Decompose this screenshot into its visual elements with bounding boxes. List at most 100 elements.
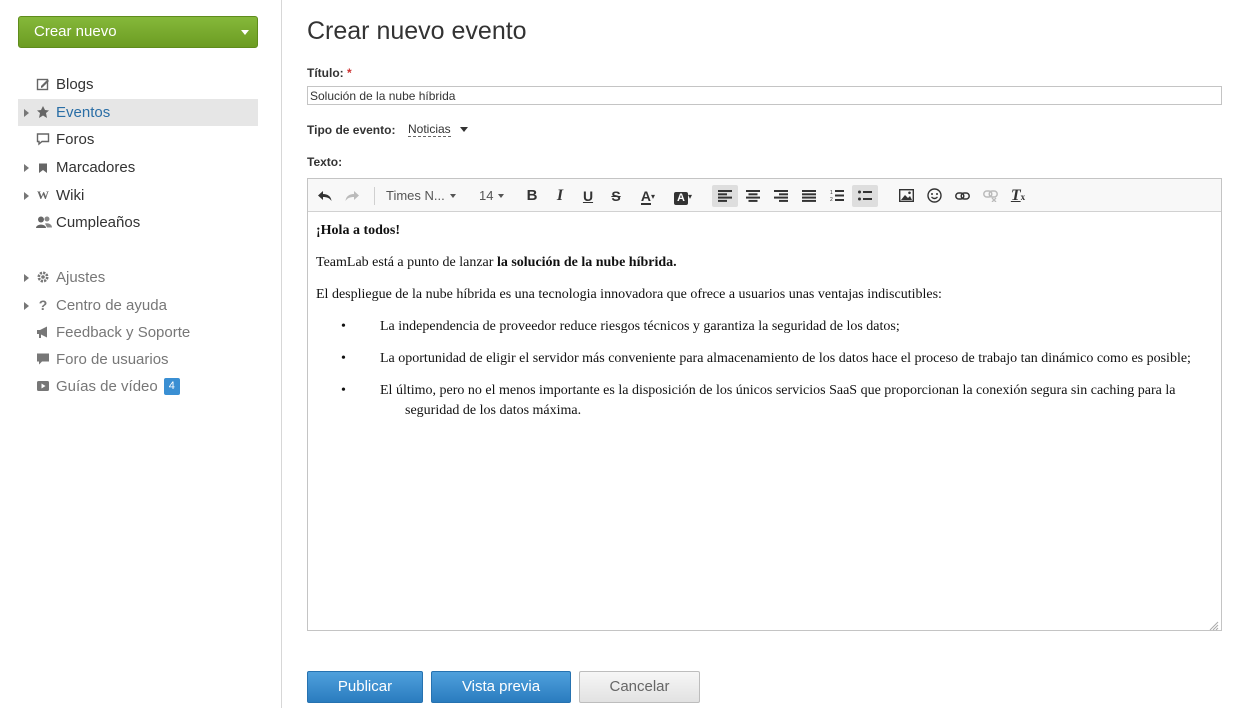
bulleted-list-icon[interactable]: [852, 185, 878, 207]
font-family-value: Times N...: [386, 188, 445, 203]
sidebar-item-label: Eventos: [56, 104, 111, 121]
gear-icon: [36, 270, 50, 284]
intro-bold-text: la solución de la nube híbrida.: [496, 255, 677, 270]
title-input[interactable]: [307, 86, 1222, 105]
resize-handle-icon[interactable]: [1209, 618, 1219, 631]
italic-icon[interactable]: I: [552, 185, 568, 207]
smiley-icon[interactable]: [925, 185, 943, 207]
bullet-mark: •: [341, 351, 346, 366]
sidebar-item-foro-de-usuarios[interactable]: Foro de usuarios: [18, 346, 258, 373]
required-mark: *: [347, 66, 352, 80]
expand-arrow-icon[interactable]: [24, 164, 29, 172]
chevron-down-icon: [498, 194, 505, 198]
sidebar-item-label: Feedback y Soporte: [56, 324, 191, 341]
title-label-text: Título:: [307, 66, 344, 80]
rich-text-editor[interactable]: Times N... 14 B I U S A▾ A ▾ 12 Tx ¡Hola…: [307, 178, 1222, 631]
expand-arrow-icon[interactable]: [24, 192, 29, 200]
page-title: Crear nuevo evento: [307, 17, 527, 45]
background-color-icon[interactable]: A ▾: [670, 185, 696, 207]
sidebar-item-wiki[interactable]: W Wiki: [18, 182, 258, 209]
pin-icon: [36, 105, 50, 119]
bullet-mark: •: [341, 383, 346, 398]
strikethrough-icon[interactable]: S: [608, 185, 624, 207]
redo-icon[interactable]: [343, 185, 361, 207]
cancel-button[interactable]: Cancelar: [579, 671, 700, 703]
sidebar-item-feedback[interactable]: Feedback y Soporte: [18, 319, 258, 346]
font-family-select[interactable]: Times N...: [386, 185, 456, 207]
greeting-text: ¡Hola a todos!: [316, 223, 400, 238]
create-new-button[interactable]: Crear nuevo: [18, 16, 258, 48]
video-icon: [36, 379, 50, 393]
unlink-icon[interactable]: [981, 185, 999, 207]
bookmark-icon: [36, 160, 50, 174]
sidebar-item-label: Ajustes: [56, 269, 106, 286]
list-item-text: La oportunidad de eligir el servidor más…: [380, 351, 1191, 366]
chevron-down-icon[interactable]: [460, 127, 468, 132]
count-badge: 4: [163, 378, 180, 395]
sidebar-item-label: Foros: [56, 131, 95, 148]
numbered-list-icon[interactable]: 12: [828, 185, 846, 207]
bullet-mark: •: [341, 319, 346, 334]
list-item-text: La independencia de proveedor reduce rie…: [380, 319, 900, 334]
sidebar-item-cumpleanos[interactable]: Cumpleaños: [18, 209, 258, 236]
create-new-label: Crear nuevo: [34, 23, 117, 40]
publish-button[interactable]: Publicar: [307, 671, 423, 703]
sidebar-item-label: Wiki: [56, 187, 85, 204]
sidebar: Crear nuevo Blogs Eventos Foros Marcador…: [0, 0, 282, 708]
sidebar-item-label: Marcadores: [56, 159, 136, 176]
editor-toolbar: Times N... 14 B I U S A▾ A ▾ 12 Tx: [308, 179, 1221, 212]
people-icon: [36, 215, 52, 229]
chevron-down-icon[interactable]: [241, 30, 249, 35]
editor-content[interactable]: ¡Hola a todos! TeamLab está a punto de l…: [316, 221, 1214, 433]
sidebar-item-label: Blogs: [56, 76, 94, 93]
greeting-paragraph: ¡Hola a todos!: [316, 221, 1214, 241]
sidebar-item-guias-de-video[interactable]: Guías de vídeo 4: [18, 373, 258, 400]
sidebar-item-label-wrap: Guías de vídeo 4: [56, 373, 180, 400]
event-type-select[interactable]: Noticias: [408, 122, 451, 137]
text-color-icon[interactable]: A▾: [636, 185, 660, 207]
sidebar-item-label: Guías de vídeo: [56, 378, 158, 395]
bold-icon[interactable]: B: [524, 185, 540, 207]
benefits-list: • La independencia de proveedor reduce ri…: [316, 317, 1214, 421]
chat-bubble-icon: [36, 352, 50, 366]
sidebar-item-label: Centro de ayuda: [56, 297, 167, 314]
align-center-icon[interactable]: [744, 185, 762, 207]
font-size-value: 14: [479, 188, 494, 203]
undo-icon[interactable]: [316, 185, 334, 207]
sidebar-item-blogs[interactable]: Blogs: [18, 71, 258, 98]
align-justify-icon[interactable]: [800, 185, 818, 207]
align-left-icon[interactable]: [712, 185, 738, 207]
comment-icon: [36, 132, 50, 146]
sidebar-item-centro-de-ayuda[interactable]: ? Centro de ayuda: [18, 292, 258, 319]
edit-icon: [36, 77, 50, 91]
chevron-down-icon: [449, 194, 456, 198]
link-icon[interactable]: [953, 185, 971, 207]
title-field-label: Título: *: [307, 66, 352, 80]
wiki-icon: W: [37, 188, 49, 202]
list-item: • La oportunidad de eligir el servidor má…: [316, 349, 1214, 369]
body-paragraph: El despliegue de la nube híbrida es una …: [316, 287, 942, 302]
list-item: • La independencia de proveedor reduce ri…: [316, 317, 1214, 337]
preview-button[interactable]: Vista previa: [431, 671, 571, 703]
remove-format-icon[interactable]: Tx: [1008, 185, 1028, 207]
underline-icon[interactable]: U: [580, 185, 596, 207]
font-size-select[interactable]: 14: [479, 185, 505, 207]
align-right-icon[interactable]: [772, 185, 790, 207]
sidebar-item-marcadores[interactable]: Marcadores: [18, 154, 258, 181]
sidebar-item-eventos[interactable]: Eventos: [18, 99, 258, 126]
sidebar-item-foros[interactable]: Foros: [18, 126, 258, 153]
toolbar-separator: [374, 187, 375, 205]
text-field-label: Texto:: [307, 155, 343, 169]
expand-arrow-icon[interactable]: [24, 109, 29, 117]
intro-paragraph: TeamLab está a punto de lanzar la soluci…: [316, 253, 1214, 273]
megaphone-icon: [36, 325, 50, 339]
image-icon[interactable]: [897, 185, 915, 207]
sidebar-item-label: Cumpleaños: [56, 214, 141, 231]
question-icon: ?: [38, 297, 48, 313]
sidebar-item-ajustes[interactable]: Ajustes: [18, 264, 258, 291]
svg-text:2: 2: [830, 197, 833, 202]
expand-arrow-icon[interactable]: [24, 302, 29, 310]
svg-text:1: 1: [830, 190, 833, 196]
expand-arrow-icon[interactable]: [24, 274, 29, 282]
list-item: • El último, pero no el menos importante …: [316, 381, 1214, 421]
